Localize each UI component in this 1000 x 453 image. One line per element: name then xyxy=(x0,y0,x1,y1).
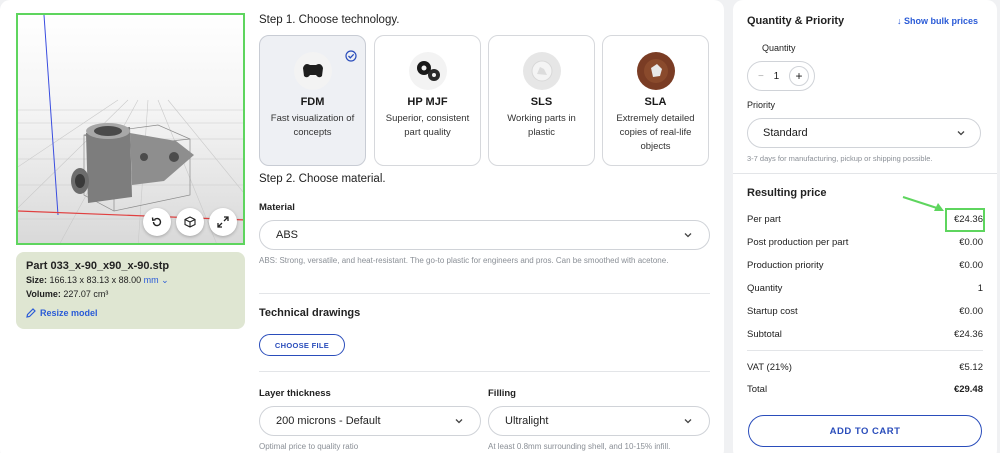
annotation-arrow-icon xyxy=(902,196,944,211)
